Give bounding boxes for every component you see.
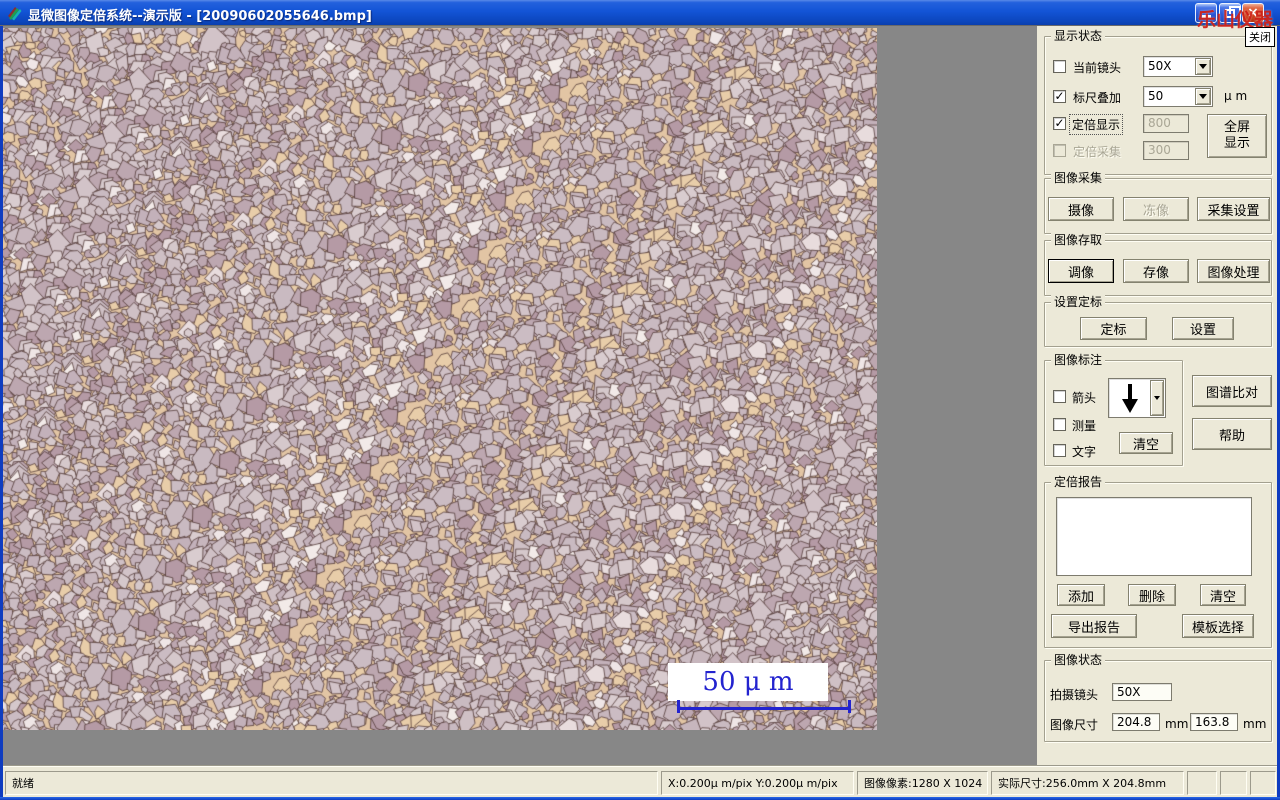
window-title: 显微图像定倍系统--演示版 - [20090602055646.bmp] — [28, 9, 372, 24]
scalebar-label: 50 μ m — [702, 667, 794, 697]
save-image-button[interactable]: 存像 — [1123, 259, 1189, 283]
shoot-button[interactable]: 摄像 — [1048, 197, 1114, 221]
text-annotation-label: 文字 — [1072, 445, 1097, 459]
status-scale-info: X:0.200μ m/pix Y:0.200μ m/pix — [661, 771, 854, 795]
scalebar-label-box: 50 μ m — [668, 663, 828, 701]
report-add-button[interactable]: 添加 — [1057, 584, 1105, 606]
status-bar: 就绪 X:0.200μ m/pix Y:0.200μ m/pix 图像像素:12… — [3, 765, 1277, 797]
ruler-value: 50 — [1148, 89, 1164, 103]
shoot-lens-field: 50X — [1112, 683, 1172, 701]
ruler-overlay-label: 标尺叠加 — [1073, 91, 1122, 105]
shoot-lens-label: 拍摄镜头 — [1050, 688, 1099, 702]
arrow-annotation-label: 箭头 — [1072, 391, 1097, 405]
window-border-left — [0, 26, 3, 800]
image-height-field: 163.8 — [1190, 713, 1238, 731]
dropdown-arrow-icon — [1199, 94, 1207, 99]
report-clear-button[interactable]: 清空 — [1200, 584, 1246, 606]
ruler-combo-button[interactable] — [1195, 88, 1211, 105]
measure-annotation-label: 测量 — [1072, 419, 1097, 433]
export-report-button[interactable]: 导出报告 — [1051, 614, 1137, 638]
report-delete-button[interactable]: 删除 — [1128, 584, 1176, 606]
app-window: 显微图像定倍系统--演示版 - [20090602055646.bmp] × 乐… — [0, 0, 1280, 800]
micrograph-image[interactable] — [3, 28, 877, 730]
groupbox-annotation-title: 图像标注 — [1051, 353, 1106, 367]
fixed-capture-label: 定倍采集 — [1073, 145, 1122, 159]
status-pixel-info: 图像像素:1280 X 1024 — [857, 771, 988, 795]
current-lens-value: 50X — [1148, 59, 1172, 73]
checkmark-icon: ✓ — [1054, 89, 1065, 103]
dropdown-arrow-icon — [1154, 396, 1160, 400]
measure-annotation-checkbox[interactable] — [1053, 418, 1066, 431]
scalebar-tick-left — [677, 700, 680, 713]
title-bar: 显微图像定倍系统--演示版 - [20090602055646.bmp] × — [0, 0, 1280, 26]
ruler-value-combo[interactable]: 50 — [1143, 86, 1213, 107]
fixed-display-label: 定倍显示 — [1068, 114, 1124, 135]
scalebar-tick-right — [848, 700, 851, 713]
image-width-field: 204.8 — [1112, 713, 1160, 731]
status-empty-cell — [1187, 771, 1217, 795]
calibration-settings-button[interactable]: 设置 — [1172, 317, 1234, 340]
groupbox-report-title: 定倍报告 — [1051, 475, 1106, 489]
calibrate-button[interactable]: 定标 — [1080, 317, 1147, 340]
fullscreen-button-line2: 显示 — [1223, 136, 1250, 151]
help-button[interactable]: 帮助 — [1192, 418, 1272, 450]
capture-settings-button[interactable]: 采集设置 — [1197, 197, 1270, 221]
fixed-display-field: 800 — [1143, 114, 1189, 133]
atlas-compare-button[interactable]: 图谱比对 — [1192, 375, 1272, 407]
groupbox-display-status-title: 显示状态 — [1051, 29, 1106, 43]
app-icon — [8, 7, 22, 21]
groupbox-image-status-title: 图像状态 — [1051, 653, 1106, 667]
close-tooltip: 关闭 — [1245, 27, 1275, 47]
ruler-overlay-checkbox[interactable]: ✓ — [1053, 90, 1066, 103]
current-lens-checkbox[interactable] — [1053, 60, 1066, 73]
status-empty-cell — [1250, 771, 1276, 795]
current-lens-label: 当前镜头 — [1073, 61, 1122, 75]
load-image-button[interactable]: 调像 — [1048, 259, 1114, 283]
image-size-label: 图像尺寸 — [1050, 718, 1099, 732]
fixed-display-checkbox[interactable]: ✓ — [1053, 117, 1066, 130]
clear-annotation-button[interactable]: 清空 — [1119, 432, 1173, 454]
fullscreen-button[interactable]: 全屏 显示 — [1207, 114, 1267, 158]
template-select-button[interactable]: 模板选择 — [1182, 614, 1254, 638]
fixed-capture-checkbox — [1053, 144, 1066, 157]
current-lens-combo-button[interactable] — [1195, 58, 1211, 75]
groupbox-capture-title: 图像采集 — [1051, 171, 1106, 185]
image-width-unit: mm — [1165, 717, 1189, 731]
arrow-annotation-checkbox[interactable] — [1053, 390, 1066, 403]
arrow-style-combo[interactable] — [1108, 378, 1166, 418]
text-annotation-checkbox[interactable] — [1053, 444, 1066, 457]
image-process-button[interactable]: 图像处理 — [1197, 259, 1270, 283]
groupbox-calibration: 设置 定标 — [1044, 295, 1272, 347]
arrow-style-combo-button[interactable] — [1150, 380, 1164, 416]
report-listbox[interactable] — [1056, 497, 1252, 576]
groupbox-storage-title: 图像存取 — [1051, 233, 1106, 247]
fixed-capture-field: 300 — [1143, 141, 1189, 160]
image-height-unit: mm — [1243, 717, 1267, 731]
status-ready: 就绪 — [5, 771, 658, 795]
fullscreen-button-line1: 全屏 — [1223, 120, 1250, 135]
groupbox-calibration-title: 设置定标 — [1051, 295, 1106, 309]
status-empty-cell — [1220, 771, 1247, 795]
ruler-unit-label: μ m — [1224, 89, 1248, 103]
scalebar-line — [677, 707, 851, 710]
dropdown-arrow-icon — [1199, 64, 1207, 69]
checkmark-icon: ✓ — [1054, 116, 1065, 130]
freeze-button: 冻像 — [1123, 197, 1189, 221]
down-arrow-icon — [1122, 384, 1138, 413]
control-panel: 显示状态 当前镜头 50X ✓ 标尺叠加 50 μ m ✓ 定倍显示 800 全… — [1037, 26, 1277, 765]
status-size-info: 实际尺寸:256.0mm X 204.8mm — [991, 771, 1184, 795]
current-lens-combo[interactable]: 50X — [1143, 56, 1213, 77]
